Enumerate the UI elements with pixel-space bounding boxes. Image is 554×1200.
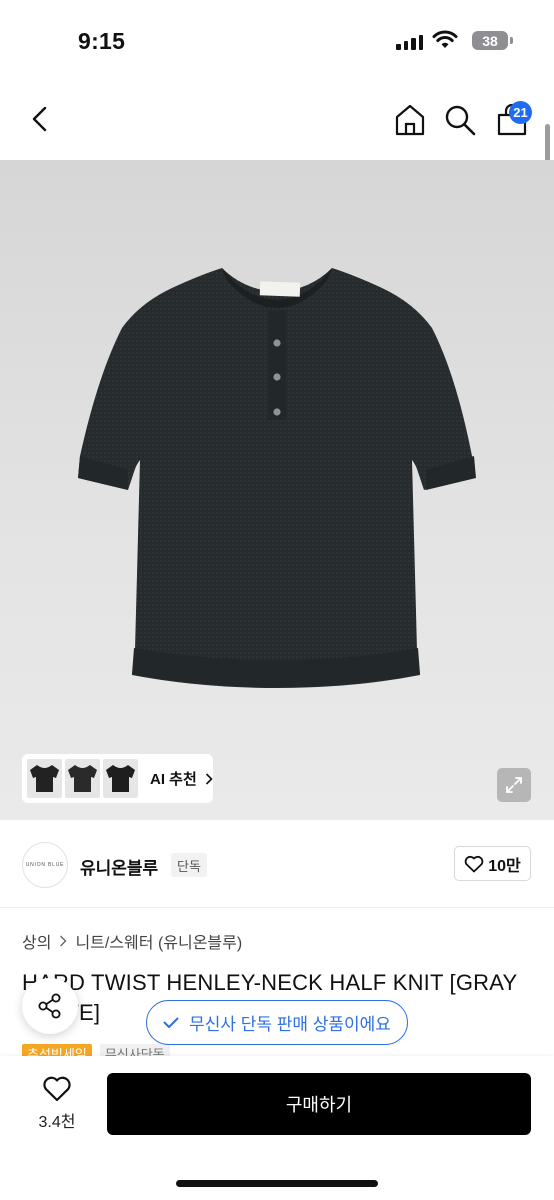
product-image[interactable]: AI 추천: [0, 160, 554, 820]
exclusive-notice-pill: 무신사 단독 판매 상품이에요: [146, 1000, 408, 1045]
share-icon: [38, 993, 61, 1019]
top-nav-bar: [0, 80, 554, 160]
brand-like-count: 10만: [488, 857, 521, 875]
wishlist-count: 3.4천: [38, 1114, 76, 1131]
breadcrumb-subcategory[interactable]: 니트/스웨터 (유니온블루): [75, 929, 242, 953]
wishlist-button[interactable]: 3.4천: [24, 1075, 90, 1137]
home-indicator: [176, 1180, 378, 1187]
brand-name[interactable]: 유니온블루: [80, 854, 158, 879]
cellular-signal-icon: [396, 34, 423, 50]
status-bar: 9:15 38: [0, 0, 554, 80]
status-time: 9:15: [78, 28, 126, 54]
back-icon[interactable]: [24, 102, 58, 136]
brand-row[interactable]: UNION BLUE 유니온블루 단독 10만: [0, 820, 554, 908]
exclusive-tag: 단독: [171, 853, 207, 877]
buy-button[interactable]: 구매하기: [107, 1073, 531, 1135]
heart-icon: [43, 1076, 71, 1102]
ai-recommend-label: AI 추천: [150, 771, 197, 788]
exclusive-notice-text: 무신사 단독 판매 상품이에요: [189, 1015, 391, 1034]
home-icon[interactable]: [392, 102, 428, 138]
checkmark-icon: [163, 1017, 179, 1028]
chevron-right-icon: [60, 935, 67, 947]
breadcrumb-category[interactable]: 상의: [22, 929, 51, 953]
chevron-right-icon: [205, 772, 213, 785]
brand-logo[interactable]: UNION BLUE: [22, 842, 68, 888]
battery-cap: [510, 37, 513, 44]
breadcrumb: 상의 니트/스웨터 (유니온블루): [22, 929, 242, 953]
thumbnail-2[interactable]: [65, 759, 100, 798]
knit-shirt-image: [78, 268, 476, 688]
thumbnail-1[interactable]: [27, 759, 62, 798]
bottom-action-bar: 3.4천 구매하기: [0, 1056, 554, 1200]
cart-count-badge: 21: [509, 101, 532, 124]
brand-logo-text: UNION BLUE: [25, 862, 65, 868]
ai-recommend-link[interactable]: AI 추천: [150, 768, 213, 789]
wifi-icon: [432, 30, 458, 48]
thumbnail-strip: AI 추천: [22, 754, 213, 803]
search-icon[interactable]: [442, 102, 478, 138]
thumbnail-3[interactable]: [103, 759, 138, 798]
share-button[interactable]: [22, 978, 78, 1034]
battery-indicator: 38: [472, 31, 508, 50]
heart-icon: [464, 855, 484, 872]
expand-image-button[interactable]: [497, 768, 531, 802]
brand-like-button[interactable]: 10만: [454, 846, 531, 881]
expand-icon: [506, 777, 522, 793]
